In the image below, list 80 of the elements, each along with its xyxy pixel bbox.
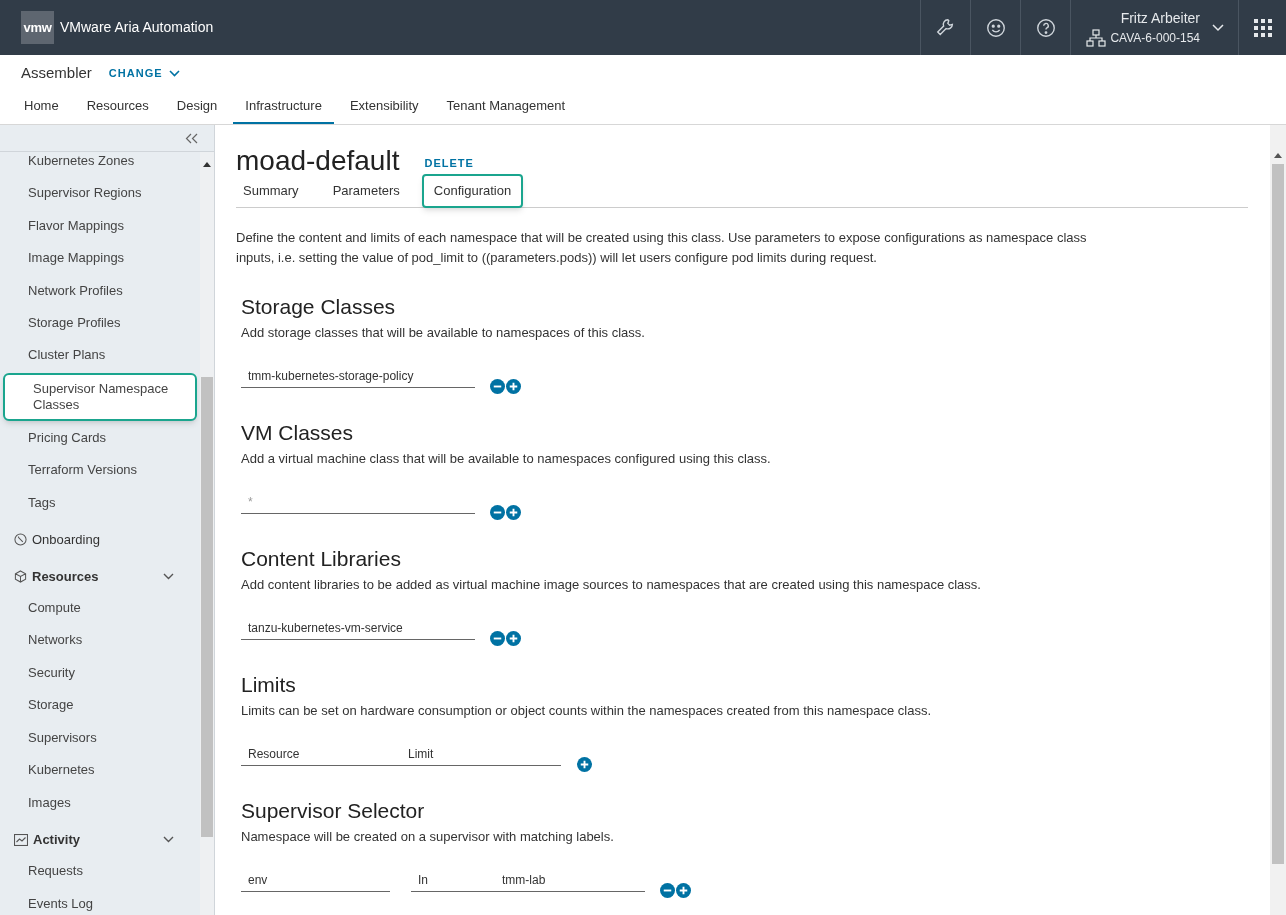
sidebar-item[interactable]: Network Profiles bbox=[0, 274, 200, 308]
section-title: Supervisor Selector bbox=[241, 798, 426, 824]
input-field[interactable]: tanzu-kubernetes-vm-service bbox=[241, 616, 475, 640]
remove-button[interactable] bbox=[490, 505, 505, 520]
sidebar-item[interactable]: Storage Profiles bbox=[0, 307, 200, 340]
sidebar-item[interactable]: Compute bbox=[0, 592, 200, 625]
nav-tab[interactable]: Tenant Management bbox=[434, 90, 578, 124]
section-description: Add a virtual machine class that will be available to namespaces configured using this class. bbox=[241, 450, 772, 468]
sidebar-item[interactable]: Supervisor Regions bbox=[0, 177, 200, 210]
grid-icon bbox=[1253, 18, 1272, 37]
section-description: Namespace will be created on a supervisor with matching labels. bbox=[241, 828, 615, 846]
smiley-icon bbox=[984, 16, 1007, 39]
delete-button[interactable]: DELETE bbox=[424, 154, 474, 172]
sidebar-item[interactable]: Events Log bbox=[0, 887, 200, 915]
section-description: Add content libraries to be added as virtual machine image sources to namespaces that are created using this namespace class. bbox=[241, 576, 982, 594]
sidebar-section[interactable]: Activity bbox=[0, 818, 200, 856]
section-title: Content Libraries bbox=[241, 546, 402, 572]
chevron-down-icon bbox=[168, 70, 180, 77]
sidebar-item[interactable]: Kubernetes bbox=[0, 754, 200, 787]
add-button[interactable] bbox=[506, 631, 521, 646]
logo[interactable]: vmw bbox=[21, 11, 54, 44]
line-chart-icon bbox=[14, 833, 28, 846]
change-service-button[interactable]: CHANGE bbox=[108, 65, 180, 82]
sidebar-item[interactable]: Cluster Plans bbox=[0, 339, 200, 372]
operator-dropdown[interactable]: In bbox=[411, 868, 495, 892]
section-description: Add storage classes that will be available to namespaces of this class. bbox=[241, 324, 646, 342]
add-button[interactable] bbox=[506, 379, 521, 394]
user-menu[interactable]: Fritz Arbeiter CAVA-6-000-154 bbox=[1070, 0, 1238, 55]
org-icon bbox=[1086, 29, 1107, 47]
sidebar-item[interactable]: Image Mappings bbox=[0, 242, 200, 275]
add-button[interactable] bbox=[577, 757, 592, 772]
sidebar-item[interactable]: Pricing Cards bbox=[0, 421, 200, 455]
add-button[interactable] bbox=[506, 505, 521, 520]
section-description: Limits can be set on hardware consumption or object counts within the namespaces created from this namespace class. bbox=[241, 702, 933, 720]
input-field[interactable]: Resource bbox=[241, 742, 401, 766]
section-title: Limits bbox=[241, 672, 297, 698]
chevron-down-icon bbox=[163, 572, 174, 580]
input-field[interactable]: * bbox=[241, 490, 475, 514]
input-field[interactable]: Limit bbox=[401, 742, 561, 766]
compass-icon bbox=[14, 533, 27, 547]
nav-tab[interactable]: Resources bbox=[74, 90, 161, 124]
organization-name: CAVA-6-000-154 bbox=[1110, 30, 1200, 47]
chevron-down-icon bbox=[1212, 23, 1224, 32]
add-button[interactable] bbox=[676, 883, 691, 898]
sidebar-item[interactable]: Networks bbox=[0, 624, 200, 657]
input-field[interactable]: tmm-kubernetes-storage-policy bbox=[241, 364, 475, 388]
sidebar-item[interactable]: Images bbox=[0, 786, 200, 819]
sidebar-section[interactable]: Resources bbox=[0, 555, 200, 593]
sidebar-item[interactable]: Supervisors bbox=[0, 721, 200, 755]
sidebar-item[interactable]: Supervisor Namespace Classes bbox=[3, 372, 197, 421]
page-tab[interactable]: Configuration bbox=[421, 174, 524, 208]
nav-tab[interactable]: Design bbox=[164, 90, 230, 124]
remove-button[interactable] bbox=[490, 631, 505, 646]
help-icon bbox=[1034, 16, 1057, 39]
scrollbar[interactable] bbox=[1270, 125, 1286, 915]
collapse-icon[interactable] bbox=[185, 132, 198, 144]
scrollbar[interactable] bbox=[200, 152, 214, 915]
sidebar-section[interactable]: Onboarding bbox=[0, 519, 200, 556]
cube-icon bbox=[14, 569, 27, 583]
chevron-down-icon bbox=[163, 836, 174, 844]
nav-tab[interactable]: Home bbox=[12, 90, 71, 124]
input-field[interactable]: tmm-lab bbox=[495, 868, 645, 892]
product-name[interactable]: VMware Aria Automation bbox=[60, 17, 214, 38]
intro-text: Define the content and limits of each namespace that will be created using this class. Use parameters to expose configurations as namespace class inputs, i.e. setting the value of pod_limit to ((parameters.pods)) will let users configure pod limits during request. bbox=[236, 229, 1088, 267]
remove-button[interactable] bbox=[660, 883, 675, 898]
sidebar-item[interactable]: Terraform Versions bbox=[0, 454, 200, 487]
section-title: VM Classes bbox=[241, 420, 355, 446]
service-name: Assembler bbox=[21, 63, 92, 84]
input-field[interactable]: env bbox=[241, 868, 390, 892]
sidebar-item[interactable]: Requests bbox=[0, 855, 200, 888]
sidebar-item[interactable]: Tags bbox=[0, 486, 200, 520]
remove-button[interactable] bbox=[490, 379, 505, 394]
sidebar-item[interactable]: Storage bbox=[0, 689, 200, 722]
sidebar-item[interactable]: Security bbox=[0, 656, 200, 690]
sidebar-item[interactable]: Kubernetes Zones bbox=[0, 152, 200, 178]
sidebar-item[interactable]: Flavor Mappings bbox=[0, 209, 200, 243]
nav-tab[interactable]: Infrastructure bbox=[233, 90, 334, 124]
nav-tab[interactable]: Extensibility bbox=[337, 90, 431, 124]
user-name: Fritz Arbeiter bbox=[1120, 9, 1200, 28]
section-title: Storage Classes bbox=[241, 294, 397, 320]
